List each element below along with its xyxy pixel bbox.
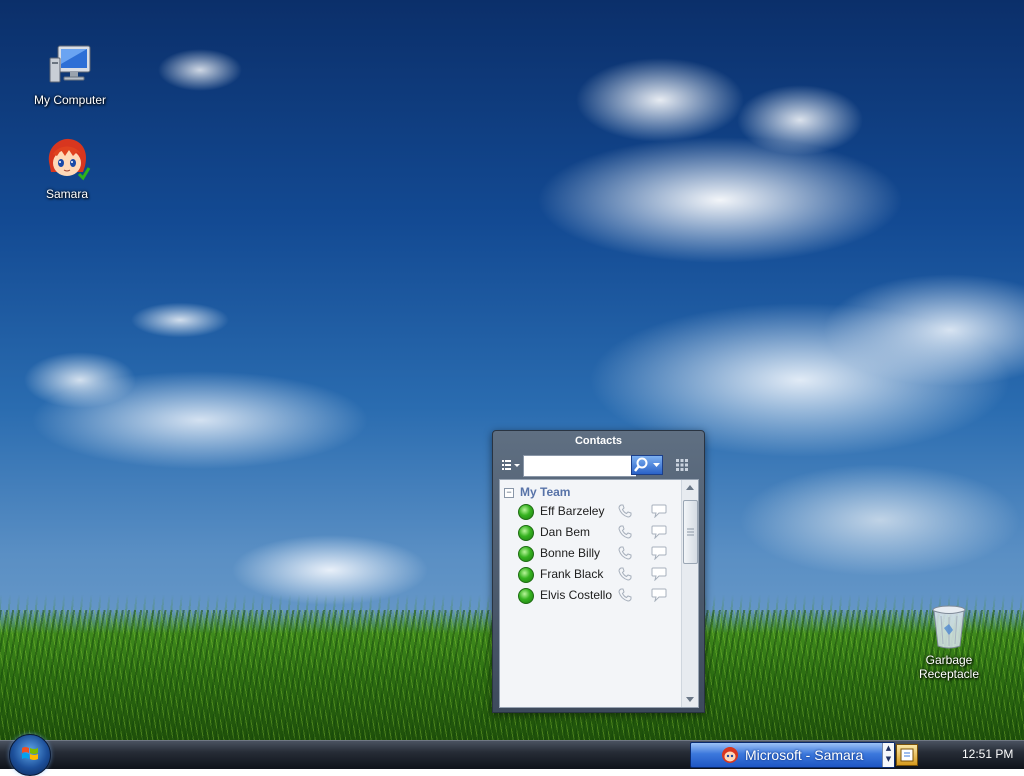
collapse-icon[interactable]: − [504, 487, 514, 498]
start-button[interactable] [9, 734, 51, 776]
computer-icon [46, 42, 94, 90]
chat-icon[interactable] [651, 504, 667, 518]
phone-icon[interactable] [618, 504, 632, 518]
phone-icon[interactable] [618, 525, 632, 539]
desktop-icon-label: My Computer [33, 93, 107, 107]
address-book-icon [900, 748, 914, 762]
contact-name: Dan Bem [540, 525, 591, 539]
contact-name: Bonne Billy [540, 546, 601, 560]
taskbar-button-label: Microsoft - Samara [745, 747, 864, 763]
online-status-icon [518, 504, 534, 520]
taskbar-scroll-arrows[interactable]: ▲ ▼ [882, 743, 894, 767]
quick-launch-button[interactable] [896, 744, 918, 766]
windows-logo-icon [22, 747, 38, 760]
phone-icon[interactable] [618, 588, 632, 602]
desktop-icon-samara[interactable]: Samara [22, 136, 112, 201]
view-options-button[interactable] [501, 457, 521, 473]
contacts-window: Contacts − My Team Eff Barzeley Dan Bem … [492, 430, 705, 713]
online-status-icon [518, 525, 534, 541]
contact-list-scrollbar[interactable] [681, 480, 698, 707]
dial-pad-button[interactable] [675, 458, 689, 472]
desktop-icon-garbage-receptacle[interactable]: Garbage Receptacle [904, 602, 994, 681]
online-status-icon [518, 588, 534, 604]
online-status-icon [518, 546, 534, 562]
phone-icon[interactable] [618, 546, 632, 560]
contact-row[interactable]: Dan Bem [518, 522, 678, 543]
scroll-down-icon[interactable] [684, 693, 696, 705]
taskbar-button-microsoft-samara[interactable]: Microsoft - Samara ▲ ▼ [690, 742, 895, 768]
phone-icon[interactable] [618, 567, 632, 581]
contact-row[interactable]: Eff Barzeley [518, 501, 678, 522]
contact-name: Eff Barzeley [540, 504, 605, 518]
chat-icon[interactable] [651, 525, 667, 539]
system-clock[interactable]: 12:51 PM [962, 741, 1013, 767]
contacts-toolbar [499, 455, 697, 477]
grip-icon [687, 528, 694, 536]
search-icon [634, 457, 648, 472]
contact-row[interactable]: Bonne Billy [518, 543, 678, 564]
window-title: Contacts [574, 435, 623, 447]
chevron-down-icon [653, 463, 660, 467]
dial-pad-icon [676, 459, 688, 471]
chat-icon[interactable] [651, 567, 667, 581]
search-options-dropdown[interactable] [651, 455, 663, 475]
chat-icon[interactable] [651, 546, 667, 560]
list-menu-icon [502, 460, 520, 470]
chat-icon[interactable] [651, 588, 667, 602]
desktop-icon-label: Garbage Receptacle [918, 653, 980, 681]
taskbar: Microsoft - Samara ▲ ▼ 12:51 PM [0, 734, 1024, 776]
scrollbar-thumb[interactable] [683, 500, 698, 564]
scroll-up-icon[interactable] [684, 482, 696, 494]
group-header-my-team[interactable]: − My Team [504, 484, 570, 500]
desktop-icon-label: Samara [45, 187, 89, 201]
trash-can-icon [925, 602, 973, 650]
contact-search-input[interactable] [523, 455, 636, 477]
contact-row[interactable]: Frank Black [518, 564, 678, 585]
contact-row[interactable]: Elvis Costello [518, 585, 678, 606]
samara-avatar-icon [43, 136, 91, 184]
online-status-icon [518, 567, 534, 583]
search-button[interactable] [631, 455, 652, 475]
group-name: My Team [520, 485, 571, 499]
contact-list: − My Team Eff Barzeley Dan Bem Bonne Bill… [499, 479, 699, 708]
contact-name: Elvis Costello [540, 588, 613, 602]
samara-avatar-icon [722, 747, 738, 763]
contact-name: Frank Black [540, 567, 604, 581]
desktop-icon-my-computer[interactable]: My Computer [25, 42, 115, 107]
